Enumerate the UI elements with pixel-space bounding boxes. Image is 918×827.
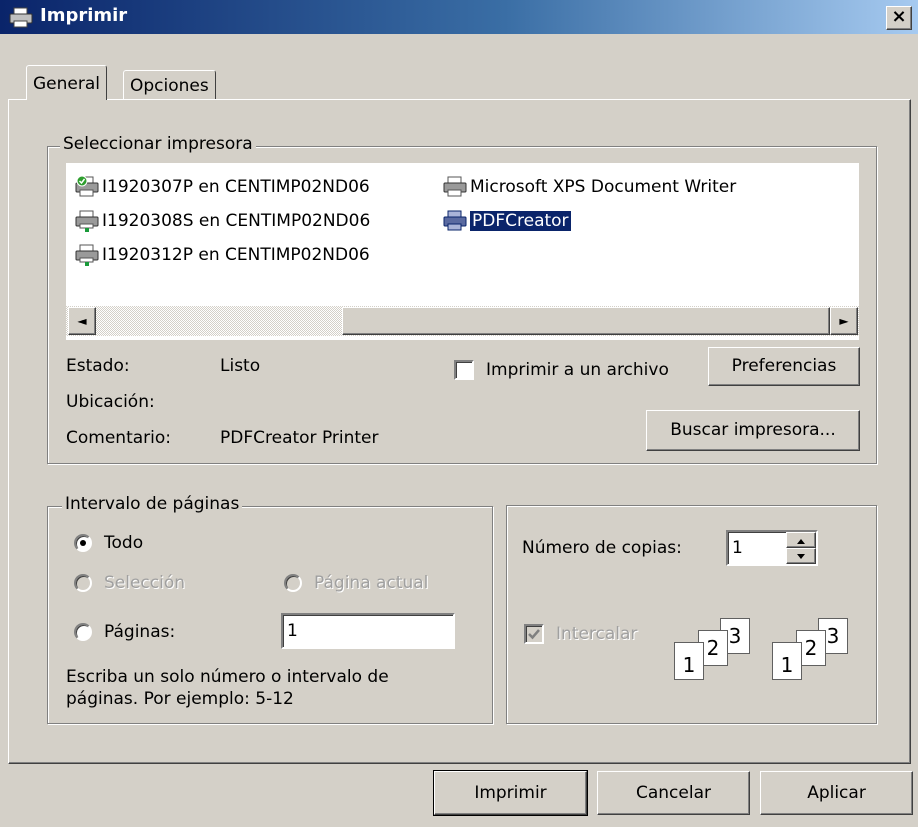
tab-general-label: General <box>33 74 100 94</box>
printer-name: I1920307P en CENTIMP02ND06 <box>102 177 370 197</box>
radio-current-page[interactable] <box>284 574 302 592</box>
printer-group-legend: Seleccionar impresora <box>60 134 256 154</box>
location-label: Ubicación: <box>66 392 155 412</box>
scrollbar-thumb[interactable] <box>342 307 830 335</box>
tab-opciones-label: Opciones <box>130 76 209 96</box>
close-button[interactable]: × <box>886 6 912 30</box>
print-to-file-label: Imprimir a un archivo <box>486 360 669 380</box>
cancel-button[interactable]: Cancelar <box>597 771 750 815</box>
scroll-left-button[interactable]: ◄ <box>68 307 96 335</box>
preferences-button[interactable]: Preferencias <box>708 347 860 386</box>
tab-opciones[interactable]: Opciones <box>123 70 216 99</box>
tab-general[interactable]: General <box>26 65 107 100</box>
printer-item[interactable]: I1920312P en CENTIMP02ND06 <box>74 242 370 268</box>
window-title: Imprimir <box>40 5 128 26</box>
radio-pages-label: Páginas: <box>104 622 176 642</box>
comment-value: PDFCreator Printer <box>220 428 379 448</box>
radio-all[interactable] <box>74 534 92 552</box>
default-printer-icon <box>75 176 99 197</box>
page-range-hint: Escriba un solo número o intervalo de pá… <box>66 667 389 709</box>
collate-page: 1 <box>674 642 704 680</box>
apply-button[interactable]: Aplicar <box>760 771 913 815</box>
printer-name: I1920308S en CENTIMP02ND06 <box>102 211 371 231</box>
printer-item[interactable]: I1920307P en CENTIMP02ND06 <box>74 174 370 200</box>
arrow-up-icon <box>797 539 805 544</box>
status-value: Listo <box>220 356 261 376</box>
printer-icon <box>443 210 467 231</box>
collate-checkbox[interactable] <box>524 624 544 644</box>
print-to-file-checkbox[interactable] <box>454 360 474 380</box>
pages-input[interactable]: 1 <box>281 613 455 649</box>
collate-label: Intercalar <box>556 624 638 644</box>
arrow-left-icon: ◄ <box>77 314 87 328</box>
title-bar <box>0 0 918 34</box>
printer-name: PDFCreator <box>470 211 571 231</box>
collate-page: 1 <box>772 642 802 680</box>
print-button[interactable]: Imprimir <box>434 771 587 815</box>
printer-item-selected[interactable]: PDFCreator <box>442 208 571 234</box>
printer-icon <box>443 176 467 197</box>
radio-all-label: Todo <box>104 533 144 553</box>
arrow-right-icon: ► <box>839 314 849 328</box>
status-label: Estado: <box>66 356 130 376</box>
copies-input[interactable]: 1 <box>732 536 743 560</box>
page-range-legend: Intervalo de páginas <box>62 494 243 514</box>
radio-current-page-label: Página actual <box>314 573 429 593</box>
network-printer-icon <box>75 210 99 232</box>
printer-name: Microsoft XPS Document Writer <box>470 177 737 197</box>
radio-pages[interactable] <box>74 623 92 641</box>
comment-label: Comentario: <box>66 428 171 448</box>
arrow-down-icon <box>797 554 805 559</box>
check-icon <box>528 629 540 640</box>
radio-selection-label: Selección <box>104 573 186 593</box>
network-printer-icon <box>75 244 99 266</box>
printer-icon <box>9 7 33 28</box>
spin-down-button[interactable] <box>786 548 816 564</box>
copies-spinner[interactable]: 1 <box>726 530 818 566</box>
printer-item[interactable]: I1920308S en CENTIMP02ND06 <box>74 208 370 234</box>
copies-label: Número de copias: <box>522 538 682 558</box>
printer-item[interactable]: Microsoft XPS Document Writer <box>442 174 736 200</box>
collate-illustration: 3 2 1 3 2 1 <box>668 618 868 688</box>
radio-selection[interactable] <box>74 574 92 592</box>
spin-up-button[interactable] <box>786 532 816 548</box>
printer-name: I1920312P en CENTIMP02ND06 <box>102 245 370 265</box>
scroll-right-button[interactable]: ► <box>830 307 858 335</box>
find-printer-button[interactable]: Buscar impresora... <box>646 410 860 451</box>
